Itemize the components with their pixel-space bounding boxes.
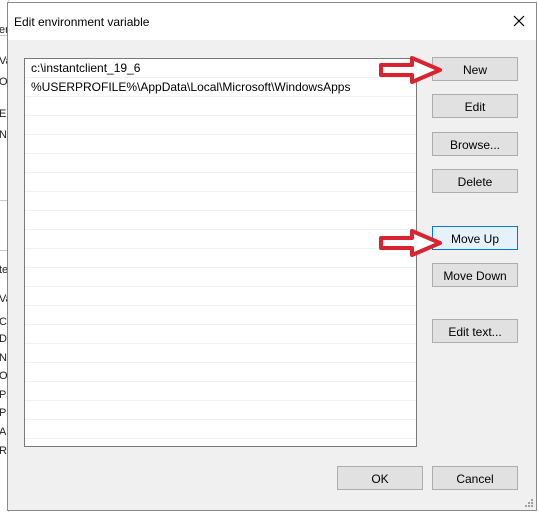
list-row-empty[interactable] (25, 135, 416, 154)
edit-text-button[interactable]: Edit text... (432, 319, 518, 343)
list-row-empty[interactable] (25, 116, 416, 135)
list-item[interactable]: c:\instantclient_19_6 (25, 59, 416, 78)
list-row-empty[interactable] (25, 249, 416, 268)
list-row-empty[interactable] (25, 344, 416, 363)
list-row-empty[interactable] (25, 97, 416, 116)
dialog-title: Edit environment variable (14, 15, 150, 29)
list-row-empty[interactable] (25, 268, 416, 287)
title-bar[interactable]: Edit environment variable (8, 3, 536, 40)
list-row-empty[interactable] (25, 363, 416, 382)
browse-button[interactable]: Browse... (432, 132, 518, 156)
resize-grip-icon[interactable] (524, 498, 534, 508)
list-row-empty[interactable] (25, 154, 416, 173)
list-row-empty[interactable] (25, 325, 416, 344)
path-list[interactable]: c:\instantclient_19_6 %USERPROFILE%\AppD… (24, 58, 417, 447)
new-button[interactable]: New (432, 57, 518, 81)
move-up-button[interactable]: Move Up (432, 226, 518, 250)
cancel-button[interactable]: Cancel (432, 466, 518, 490)
move-down-button[interactable]: Move Down (432, 263, 518, 287)
edit-button[interactable]: Edit (432, 94, 518, 118)
list-row-empty[interactable] (25, 192, 416, 211)
list-row-empty[interactable] (25, 211, 416, 230)
list-item[interactable]: %USERPROFILE%\AppData\Local\Microsoft\Wi… (25, 78, 416, 97)
list-row-empty[interactable] (25, 401, 416, 420)
list-row-empty[interactable] (25, 287, 416, 306)
list-row-empty[interactable] (25, 420, 416, 439)
list-row-empty[interactable] (25, 173, 416, 192)
list-row-empty[interactable] (25, 382, 416, 401)
list-row-empty[interactable] (25, 230, 416, 249)
close-button[interactable] (510, 12, 528, 30)
list-row-empty[interactable] (25, 306, 416, 325)
delete-button[interactable]: Delete (432, 169, 518, 193)
edit-environment-variable-dialog: Edit environment variable c:\instantclie… (7, 2, 537, 511)
ok-button[interactable]: OK (337, 466, 423, 490)
close-icon (513, 15, 525, 27)
